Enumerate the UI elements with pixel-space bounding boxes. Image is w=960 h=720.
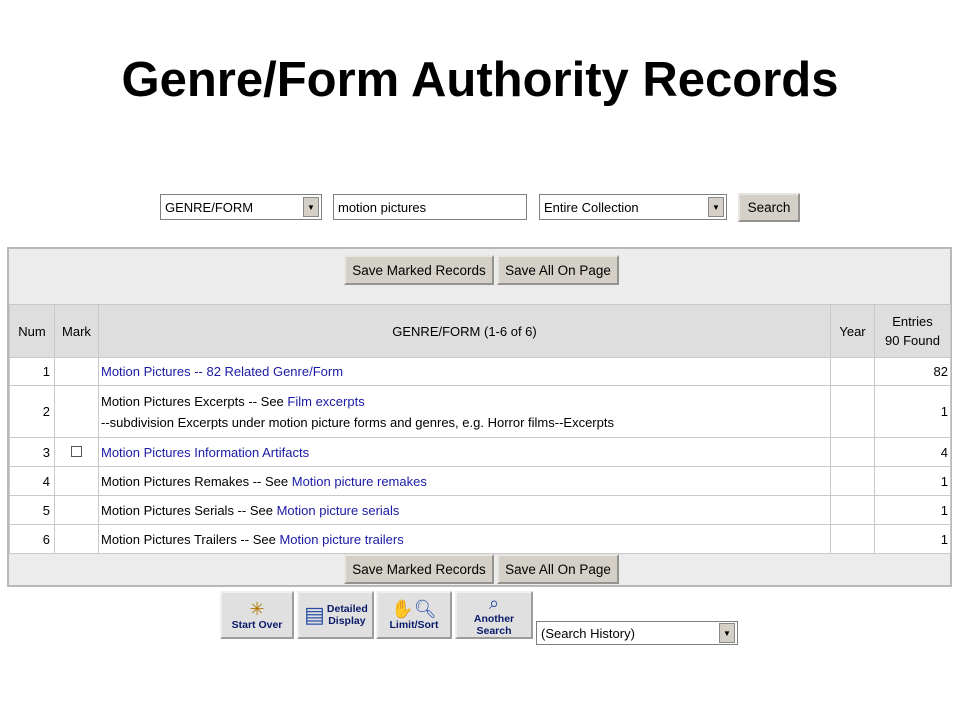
col-entries-found: 90 Found	[885, 333, 940, 348]
row-heading: Motion Pictures Excerpts -- See Film exc…	[98, 385, 831, 438]
row-year	[830, 357, 875, 386]
row-num: 3	[9, 437, 55, 467]
chevron-down-icon: ▼	[303, 197, 319, 217]
col-mark: Mark	[54, 304, 99, 358]
row-heading: Motion Pictures -- 82 Related Genre/Form	[98, 357, 831, 386]
heading-text: Motion Pictures Excerpts -- See	[101, 393, 288, 409]
col-num: Num	[9, 304, 55, 358]
row-mark	[54, 495, 99, 525]
row-entries: 4	[874, 437, 951, 467]
col-entries-label: Entries	[892, 314, 933, 329]
row-year	[830, 466, 875, 496]
row-entries: 1	[874, 524, 951, 554]
heading-link[interactable]: Motion Pictures Information Artifacts	[101, 445, 309, 460]
col-heading: GENRE/FORM (1-6 of 6)	[98, 304, 831, 358]
start-over-label: Start Over	[231, 619, 283, 631]
row-heading: Motion Pictures Serials -- See Motion pi…	[98, 495, 831, 525]
magnifier-hand-icon: ✋🔍︎	[391, 599, 437, 619]
search-index-value: GENRE/FORM	[165, 199, 254, 215]
table-row: 3 Motion Pictures Information Artifacts …	[9, 437, 951, 467]
row-year	[830, 437, 875, 467]
row-entries: 82	[874, 357, 951, 386]
row-mark	[54, 385, 99, 438]
another-search-button[interactable]: ⌕ Another Search	[455, 591, 533, 639]
table-row: 1 Motion Pictures -- 82 Related Genre/Fo…	[9, 357, 951, 386]
save-all-button-top[interactable]: Save All On Page	[497, 255, 619, 285]
see-reference-link[interactable]: Motion picture remakes	[292, 474, 427, 489]
search-history-select[interactable]: (Search History) ▼	[536, 621, 738, 645]
table-row: 4 Motion Pictures Remakes -- See Motion …	[9, 466, 951, 496]
row-num: 5	[9, 495, 55, 525]
chevron-down-icon: ▼	[719, 623, 735, 643]
magnifier-icon: ⌕	[488, 593, 500, 613]
row-mark	[54, 524, 99, 554]
row-year	[830, 524, 875, 554]
row-num: 2	[9, 385, 55, 438]
save-marked-button-bottom[interactable]: Save Marked Records	[344, 554, 494, 584]
table-row: 2 Motion Pictures Excerpts -- See Film e…	[9, 385, 951, 438]
search-scope-value: Entire Collection	[544, 199, 639, 215]
row-year	[830, 495, 875, 525]
row-heading: Motion Pictures Trailers -- See Motion p…	[98, 524, 831, 554]
search-input[interactable]: motion pictures	[333, 194, 527, 220]
detailed-display-button[interactable]: ▤ Detailed Display	[297, 591, 374, 639]
row-mark	[54, 357, 99, 386]
document-icon: ▤	[304, 602, 325, 627]
scope-note: --subdivision Excerpts under motion pict…	[101, 414, 614, 430]
results-panel: Save Marked Records Save All On Page Num…	[7, 247, 952, 587]
limit-sort-label: Limit/Sort	[389, 619, 439, 631]
heading-text: Motion Pictures Serials -- See	[101, 502, 277, 518]
page-title: Genre/Form Authority Records	[121, 53, 839, 107]
start-over-button[interactable]: ✳ Start Over	[220, 591, 294, 639]
results-table: Num Mark GENRE/FORM (1-6 of 6) Year Entr…	[9, 304, 951, 554]
table-row: 5 Motion Pictures Serials -- See Motion …	[9, 495, 951, 525]
another-search-label: Another Search	[473, 613, 515, 637]
col-year: Year	[830, 304, 875, 358]
row-mark	[54, 466, 99, 496]
chevron-down-icon: ▼	[708, 197, 724, 217]
row-entries: 1	[874, 385, 951, 438]
row-num: 4	[9, 466, 55, 496]
limit-sort-button[interactable]: ✋🔍︎ Limit/Sort	[376, 591, 452, 639]
row-num: 1	[9, 357, 55, 386]
mark-checkbox[interactable]	[71, 445, 82, 457]
row-mark	[54, 437, 99, 467]
save-marked-button-top[interactable]: Save Marked Records	[344, 255, 494, 285]
search-scope-select[interactable]: Entire Collection ▼	[539, 194, 727, 220]
see-reference-link[interactable]: Motion picture trailers	[279, 532, 403, 547]
table-row: 6 Motion Pictures Trailers -- See Motion…	[9, 524, 951, 554]
row-entries: 1	[874, 495, 951, 525]
heading-link[interactable]: Motion Pictures -- 82 Related Genre/Form	[101, 364, 343, 379]
detailed-display-label: Detailed Display	[326, 603, 368, 627]
row-heading: Motion Pictures Remakes -- See Motion pi…	[98, 466, 831, 496]
row-entries: 1	[874, 466, 951, 496]
table-header-row: Num Mark GENRE/FORM (1-6 of 6) Year Entr…	[9, 304, 951, 358]
row-num: 6	[9, 524, 55, 554]
heading-text: Motion Pictures Trailers -- See	[101, 531, 280, 547]
search-button[interactable]: Search	[738, 193, 800, 222]
sparkle-icon: ✳	[249, 599, 265, 619]
see-reference-link[interactable]: Motion picture serials	[277, 503, 400, 518]
see-reference-link[interactable]: Film excerpts	[287, 394, 364, 409]
search-index-select[interactable]: GENRE/FORM ▼	[160, 194, 322, 220]
heading-text: Motion Pictures Remakes -- See	[101, 473, 292, 489]
col-entries: Entries 90 Found	[874, 304, 951, 358]
save-all-button-bottom[interactable]: Save All On Page	[497, 554, 619, 584]
row-year	[830, 385, 875, 438]
row-heading: Motion Pictures Information Artifacts	[98, 437, 831, 467]
search-history-value: (Search History)	[541, 625, 635, 641]
